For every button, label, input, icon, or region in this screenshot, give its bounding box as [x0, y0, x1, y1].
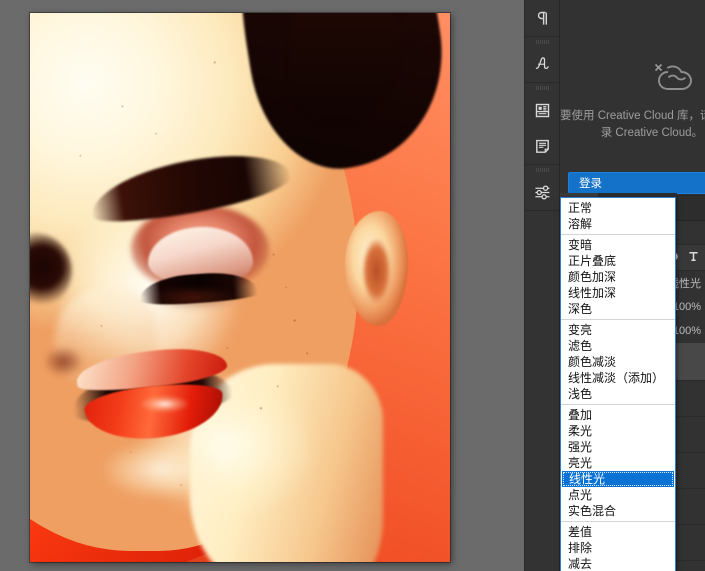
- blend-mode-group: 变亮 滤色 颜色减淡 线性减淡（添加） 浅色: [561, 319, 675, 404]
- icon-group-adjustments: [525, 165, 559, 211]
- blend-mode-option[interactable]: 溶解: [561, 216, 675, 232]
- character-style-icon: [533, 55, 551, 73]
- blend-mode-option[interactable]: 线性加深: [561, 285, 675, 301]
- creative-cloud-libraries-panel: 要使用 Creative Cloud 库，请登 录 Creative Cloud…: [560, 0, 705, 196]
- blend-mode-option-selected[interactable]: 线性光: [562, 471, 674, 487]
- notes-panel-button[interactable]: [525, 128, 559, 164]
- blend-mode-option[interactable]: 颜色减淡: [561, 354, 675, 370]
- icon-group-layer-comps: [525, 83, 559, 165]
- blend-mode-group: 差值 排除 减去: [561, 521, 675, 571]
- icon-group-character-styles: [525, 37, 559, 83]
- blend-mode-option[interactable]: 亮光: [561, 455, 675, 471]
- blend-mode-option[interactable]: 线性减淡（添加）: [561, 370, 675, 386]
- notes-icon: [534, 138, 551, 155]
- fill-value[interactable]: 100%: [673, 325, 701, 337]
- cc-message-line-1: 要使用 Creative Cloud 库，请登: [560, 110, 705, 122]
- layer-comps-icon: [534, 102, 551, 119]
- blend-mode-option[interactable]: 减去: [561, 556, 675, 571]
- blend-mode-group: 变暗 正片叠底 颜色加深 线性加深 深色: [561, 234, 675, 319]
- blend-mode-option[interactable]: 排除: [561, 540, 675, 556]
- layer-comps-panel-button[interactable]: [525, 92, 559, 128]
- paragraph-panel-button[interactable]: [525, 0, 559, 36]
- blend-mode-dropdown-list[interactable]: 正常 溶解 变暗 正片叠底 颜色加深 线性加深 深色 变亮 滤色 颜色减淡 线性减淡（添加） 浅色 叠加…: [560, 197, 676, 571]
- panel-grip[interactable]: [525, 83, 559, 92]
- adjustments-sliders-icon: [533, 183, 552, 202]
- blend-mode-option[interactable]: 深色: [561, 301, 675, 317]
- blend-mode-group: 正常 溶解: [561, 198, 675, 234]
- blend-mode-option[interactable]: 变暗: [561, 237, 675, 253]
- paragraph-icon: [534, 10, 551, 27]
- creative-cloud-disconnected-icon: [648, 58, 700, 104]
- blend-mode-option[interactable]: 浅色: [561, 386, 675, 402]
- blend-mode-option[interactable]: 叠加: [561, 407, 675, 423]
- blend-mode-option[interactable]: 点光: [561, 487, 675, 503]
- blend-mode-option[interactable]: 强光: [561, 439, 675, 455]
- blend-mode-option[interactable]: 变亮: [561, 322, 675, 338]
- type-filter-icon[interactable]: [688, 251, 699, 265]
- panel-grip[interactable]: [525, 37, 559, 46]
- blend-mode-option[interactable]: 柔光: [561, 423, 675, 439]
- collapsed-panel-icon-strip[interactable]: [524, 0, 560, 571]
- panel-grip[interactable]: [525, 165, 559, 174]
- blend-mode-option[interactable]: 颜色加深: [561, 269, 675, 285]
- blend-mode-option[interactable]: 正片叠底: [561, 253, 675, 269]
- blend-mode-option[interactable]: 滤色: [561, 338, 675, 354]
- creative-cloud-message: 要使用 Creative Cloud 库，请登 录 Creative Cloud…: [560, 108, 705, 142]
- icon-group-paragraph: [525, 0, 559, 37]
- canvas-work-area[interactable]: [0, 0, 524, 571]
- blend-mode-option[interactable]: 正常: [561, 200, 675, 216]
- character-styles-panel-button[interactable]: [525, 46, 559, 82]
- blend-mode-option[interactable]: 差值: [561, 524, 675, 540]
- adjustments-panel-button[interactable]: [525, 174, 559, 210]
- opacity-value[interactable]: 100%: [673, 301, 701, 313]
- document-window[interactable]: [30, 13, 450, 562]
- photoshop-window: 要使用 Creative Cloud 库，请登 录 Creative Cloud…: [0, 0, 705, 571]
- blend-mode-group: 叠加 柔光 强光 亮光 线性光 点光 实色混合: [561, 404, 675, 521]
- portrait-image: [30, 13, 450, 562]
- blend-mode-option[interactable]: 实色混合: [561, 503, 675, 519]
- cc-message-line-2: 录 Creative Cloud。: [600, 127, 703, 139]
- creative-cloud-sign-in-button[interactable]: 登录: [568, 172, 705, 194]
- image-freckles: [30, 13, 450, 562]
